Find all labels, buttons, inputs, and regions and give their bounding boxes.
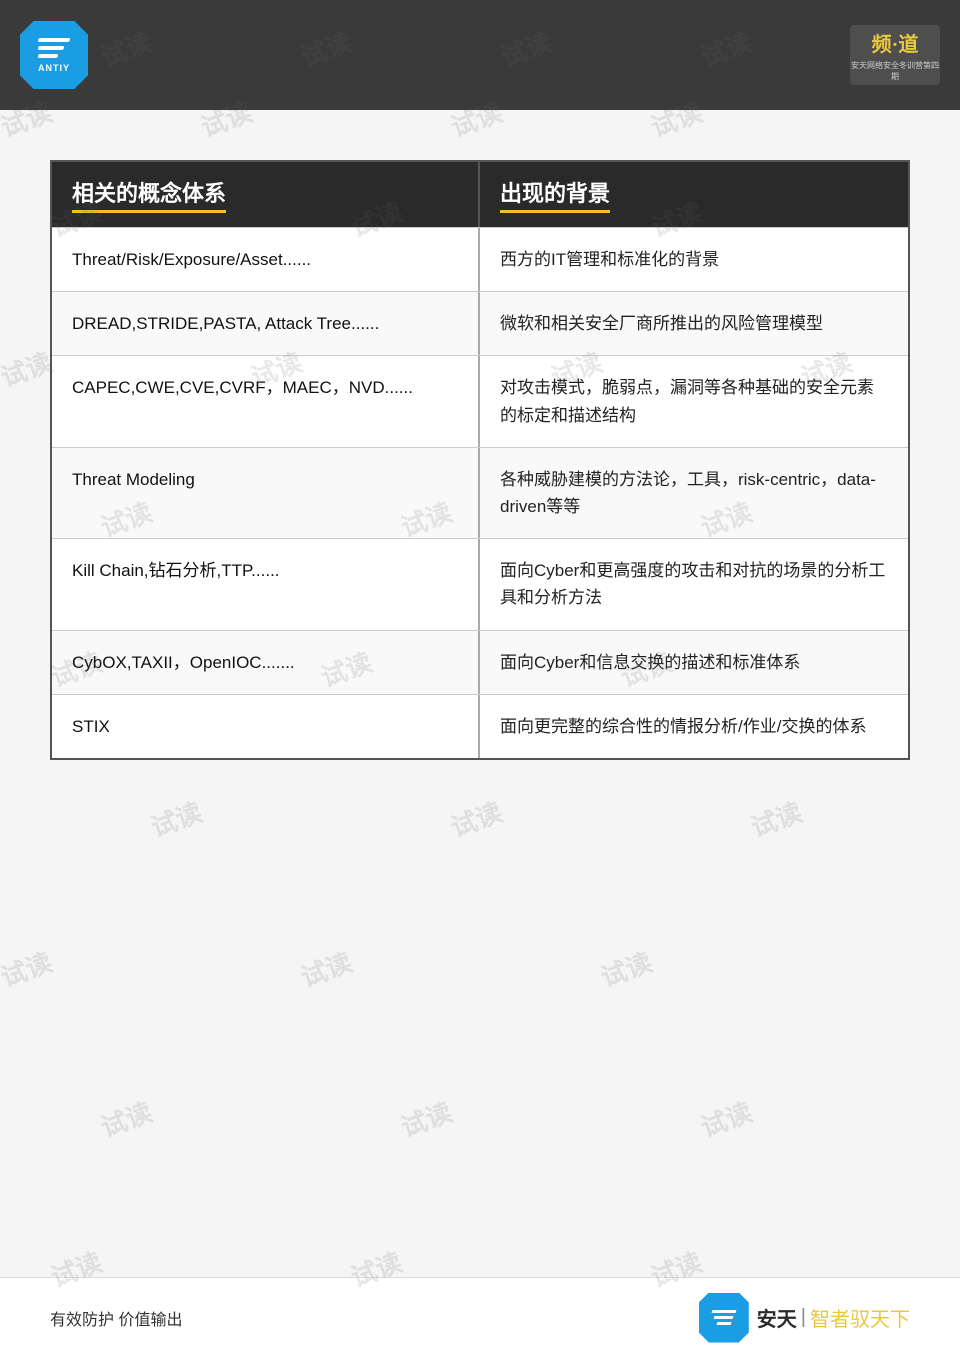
logo: ANTIY (20, 21, 88, 89)
row3-left: CAPEC,CWE,CVE,CVRF，MAEC，NVD...... (52, 356, 480, 446)
footer-brand: 安天 | 智者驭天下 (699, 1293, 910, 1343)
right-logo-main: 频·道 (850, 28, 940, 57)
row6-left: CybOX,TAXII，OpenIOC....... (52, 631, 480, 694)
table-row: Threat/Risk/Exposure/Asset...... 西方的IT管理… (52, 227, 908, 291)
row4-left: Threat Modeling (52, 448, 480, 538)
col1-header: 相关的概念体系 (52, 162, 480, 227)
footer-brand-separator: | (801, 1306, 806, 1329)
row2-left: DREAD,STRIDE,PASTA, Attack Tree...... (52, 292, 480, 355)
table-row: Kill Chain,钻石分析,TTP...... 面向Cyber和更高强度的攻… (52, 538, 908, 629)
table-header: 相关的概念体系 出现的背景 (52, 162, 908, 227)
footer-brand-main: 安天 (757, 1303, 797, 1332)
row5-right: 面向Cyber和更高强度的攻击和对抗的场景的分析工具和分析方法 (480, 539, 908, 629)
table-row: DREAD,STRIDE,PASTA, Attack Tree...... 微软… (52, 291, 908, 355)
footer-brand-text: 安天 | 智者驭天下 (757, 1303, 910, 1332)
col2-header: 出现的背景 (480, 162, 908, 227)
table-row: CybOX,TAXII，OpenIOC....... 面向Cyber和信息交换的… (52, 630, 908, 694)
row3-right: 对攻击模式，脆弱点，漏洞等各种基础的安全元素的标定和描述结构 (480, 356, 908, 446)
footer-tagline: 有效防护 价值输出 (50, 1306, 182, 1330)
row1-left: Threat/Risk/Exposure/Asset...... (52, 228, 480, 291)
footer-logo: 安天 | 智者驭天下 (699, 1293, 910, 1343)
footer: 有效防护 价值输出 安天 | 智者驭天下 (0, 1277, 960, 1357)
table-row: CAPEC,CWE,CVE,CVRF，MAEC，NVD...... 对攻击模式，… (52, 355, 908, 446)
row7-left: STIX (52, 695, 480, 758)
row5-left: Kill Chain,钻石分析,TTP...... (52, 539, 480, 629)
table-row: Threat Modeling 各种威胁建模的方法论，工具，risk-centr… (52, 447, 908, 538)
table-body: Threat/Risk/Exposure/Asset...... 西方的IT管理… (52, 227, 908, 758)
footer-logo-icon (699, 1293, 749, 1343)
row4-right: 各种威胁建模的方法论，工具，risk-centric，data-driven等等 (480, 448, 908, 538)
content-table: 相关的概念体系 出现的背景 Threat/Risk/Exposure/Asset… (50, 160, 910, 760)
logo-text: ANTIY (38, 63, 70, 73)
right-logo-sub: 安天网络安全冬训营第四期 (850, 60, 940, 82)
row1-right: 西方的IT管理和标准化的背景 (480, 228, 908, 291)
right-logo-container: 频·道 安天网络安全冬训营第四期 (850, 25, 940, 85)
row6-right: 面向Cyber和信息交换的描述和标准体系 (480, 631, 908, 694)
logo-shape: ANTIY (20, 21, 88, 89)
table-row: STIX 面向更完整的综合性的情报分析/作业/交换的体系 (52, 694, 908, 758)
footer-brand-sub: 智者驭天下 (810, 1303, 910, 1332)
row2-right: 微软和相关安全厂商所推出的风险管理模型 (480, 292, 908, 355)
row7-right: 面向更完整的综合性的情报分析/作业/交换的体系 (480, 695, 908, 758)
header-right-brand: 频·道 安天网络安全冬训营第四期 (850, 25, 940, 85)
header: ANTIY 频·道 安天网络安全冬训营第四期 (0, 0, 960, 110)
main-content: 相关的概念体系 出现的背景 Threat/Risk/Exposure/Asset… (0, 110, 960, 1357)
